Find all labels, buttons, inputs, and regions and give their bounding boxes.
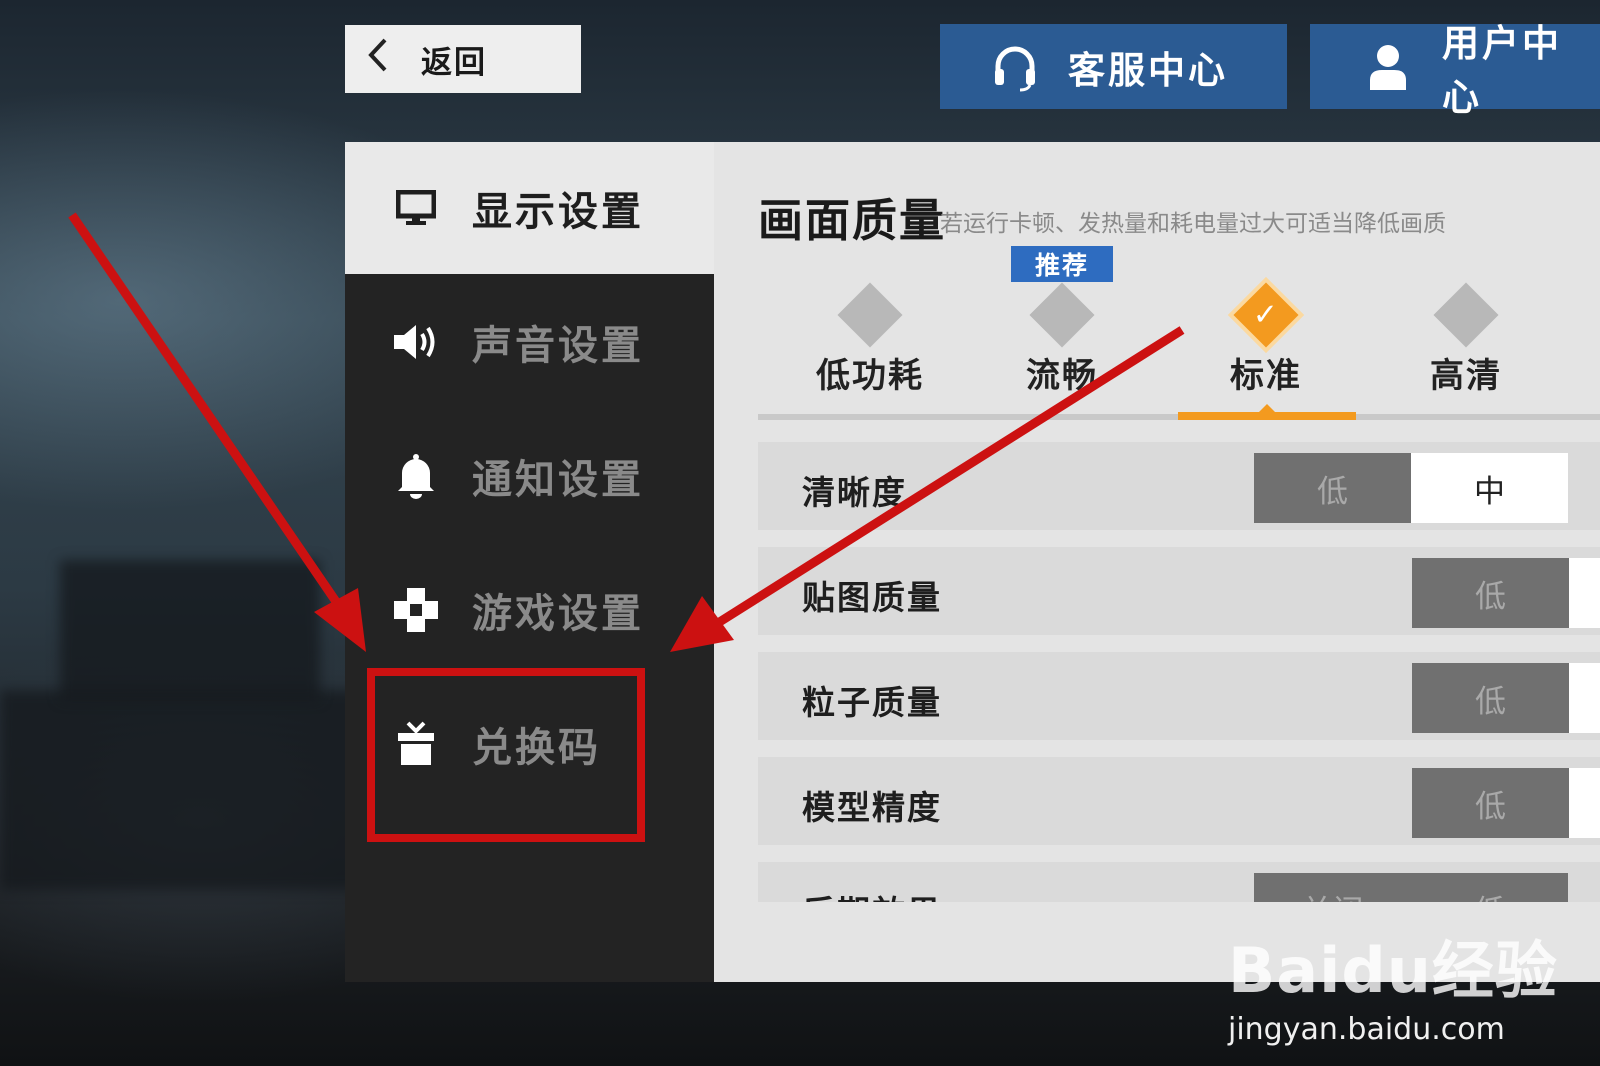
baidu-watermark: Baidu经验 jingyan.baidu.com [1228,920,1558,1047]
clarity-segmented-control[interactable]: 低 中 [1254,453,1568,523]
customer-service-button[interactable]: 客服中心 [940,24,1287,109]
bell-icon [391,451,441,501]
settings-panel: 显示设置 声音设置 通知设置 游戏设置 兑换码 画面质量 若运行卡顿、发热量和耗… [345,142,1600,982]
setting-row-model-precision: 模型精度 低 [758,757,1600,845]
recommend-badge: 推荐 [1011,246,1113,282]
setting-label: 模型精度 [802,788,942,827]
quality-option-label: 标准 [1230,356,1302,396]
setting-row-particle-quality: 粒子质量 低 [758,652,1600,740]
quality-option-label: 流畅 [1026,356,1098,396]
texture-option-next[interactable] [1569,558,1600,628]
chevron-left-icon [367,37,413,82]
watermark-url: jingyan.baidu.com [1228,1012,1505,1047]
sidebar-item-game[interactable]: 游戏设置 [345,544,714,676]
texture-option-low[interactable]: 低 [1412,558,1569,628]
particle-segmented-control[interactable]: 低 [1412,663,1600,733]
quality-option-low-power[interactable]: 低功耗 [790,282,950,402]
sidebar-item-notification[interactable]: 通知设置 [345,410,714,542]
diamond-icon [1029,282,1095,348]
model-option-next[interactable] [1569,768,1600,838]
setting-label: 后期效果 [802,886,942,902]
headset-icon [990,42,1040,92]
display-settings-content: 画面质量 若运行卡顿、发热量和耗电量过大可适当降低画质 推荐 低功耗 流畅 ✓ … [714,142,1600,982]
particle-option-next[interactable] [1569,663,1600,733]
setting-row-texture-quality: 贴图质量 低 [758,547,1600,635]
sidebar-item-label: 游戏设置 [472,591,644,637]
background-scenery [60,560,320,700]
service-label: 客服中心 [1068,48,1228,92]
background-scenery [0,690,360,890]
clarity-option-low[interactable]: 低 [1254,453,1411,523]
user-icon [1368,44,1408,90]
quality-option-standard[interactable]: ✓ 标准 [1186,282,1346,402]
particle-option-low[interactable]: 低 [1412,663,1569,733]
post-effects-segmented-control[interactable]: 关闭 低 [1254,873,1568,902]
setting-label: 粒子质量 [802,683,942,722]
monitor-icon [391,183,441,233]
sidebar-item-sound[interactable]: 声音设置 [345,276,714,408]
setting-row-post-effects: 后期效果 关闭 低 [758,862,1600,902]
post-effects-option-off[interactable]: 关闭 [1254,873,1411,902]
quality-option-hd[interactable]: 高清 [1386,282,1546,402]
watermark-logo: Baidu经验 [1228,934,1558,1007]
sidebar-item-display[interactable]: 显示设置 [345,142,714,274]
quality-caret [1259,404,1275,412]
back-label: 返回 [421,44,487,81]
quality-option-label: 低功耗 [816,356,924,396]
diamond-icon [837,282,903,348]
clarity-option-medium[interactable]: 中 [1411,453,1568,523]
quality-option-smooth[interactable]: 流畅 [982,282,1142,402]
setting-row-clarity: 清晰度 低 中 [758,442,1600,530]
quality-hint: 若运行卡顿、发热量和耗电量过大可适当降低画质 [940,211,1446,237]
check-icon: ✓ [1233,282,1299,348]
user-center-button[interactable]: 用户中心 [1310,22,1600,119]
model-option-low[interactable]: 低 [1412,768,1569,838]
sidebar-item-label: 通知设置 [472,457,644,503]
settings-sidebar: 显示设置 声音设置 通知设置 游戏设置 兑换码 [345,142,714,982]
annotation-highlight-box [367,668,645,842]
quality-option-label: 高清 [1430,356,1502,396]
back-button[interactable]: 返回 [345,25,581,93]
quality-title: 画面质量 [758,194,947,247]
gamepad-icon [391,585,441,635]
diamond-icon [1433,282,1499,348]
quality-track-indicator [1178,412,1356,420]
setting-label: 贴图质量 [802,578,942,617]
sidebar-item-label: 声音设置 [472,323,644,369]
sidebar-item-label: 显示设置 [472,189,644,235]
settings-list[interactable]: 清晰度 低 中 贴图质量 低 粒子质量 低 模型精度 低 [714,442,1600,902]
setting-label: 清晰度 [802,473,907,512]
model-segmented-control[interactable]: 低 [1412,768,1600,838]
user-label: 用户中心 [1442,21,1562,119]
speaker-icon [391,317,441,367]
texture-segmented-control[interactable]: 低 [1412,558,1600,628]
post-effects-option-low[interactable]: 低 [1411,873,1568,902]
